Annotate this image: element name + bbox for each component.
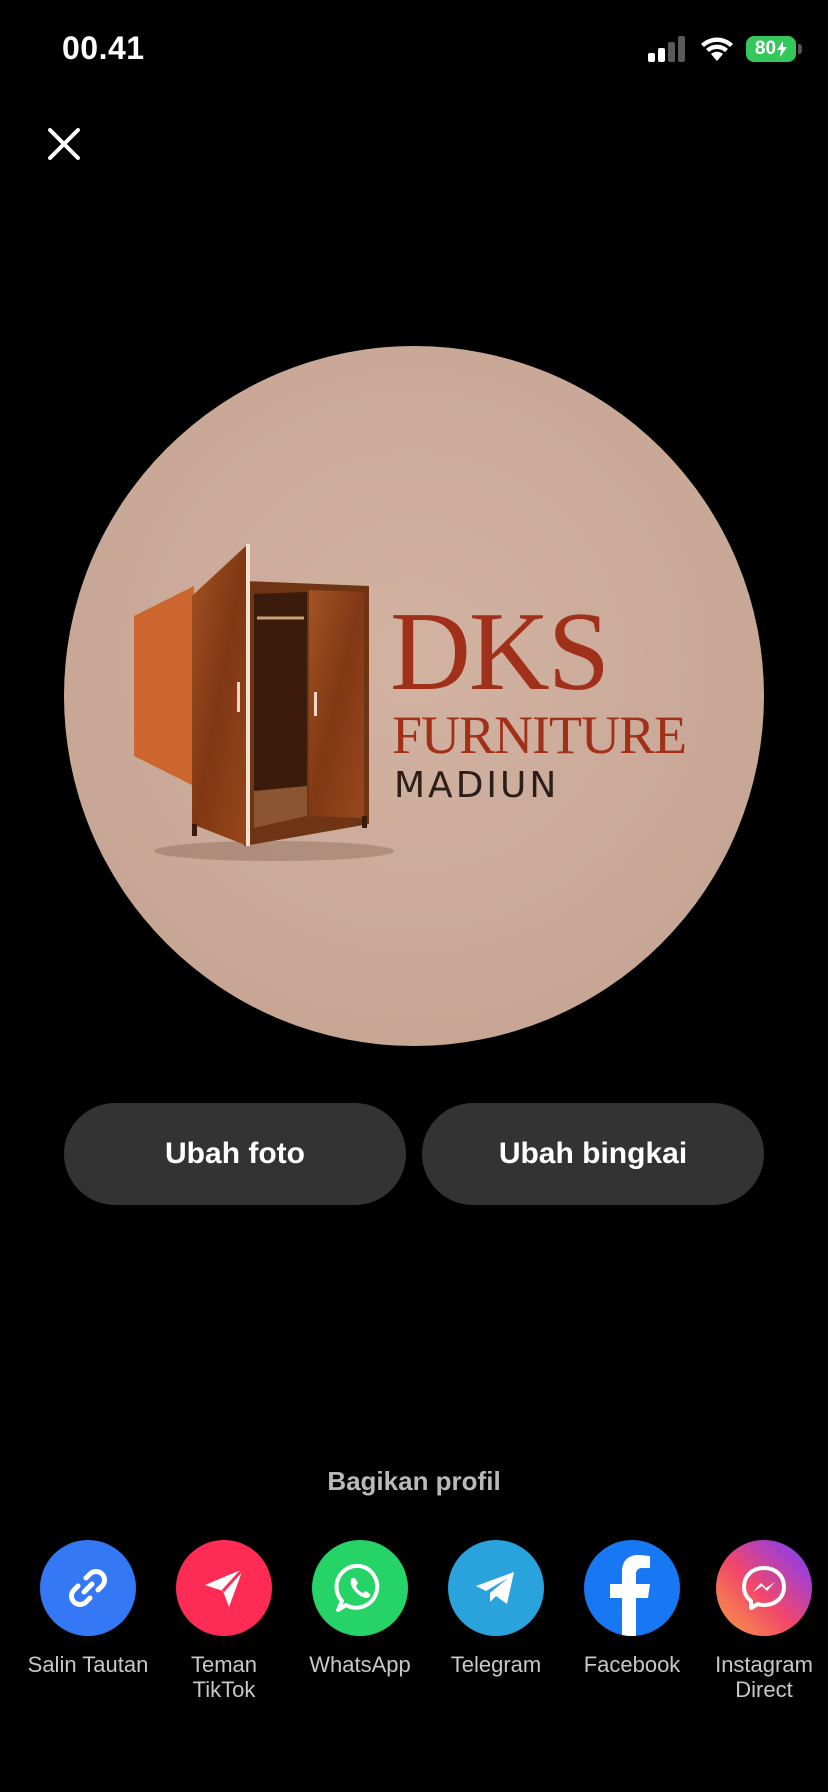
share-label: Telegram — [450, 1652, 542, 1677]
telegram-icon — [476, 1572, 514, 1604]
share-facebook[interactable]: Facebook — [564, 1540, 700, 1677]
share-label: Teman TikTok — [190, 1652, 258, 1702]
share-facebook-circle — [584, 1540, 680, 1636]
logo-city: MADIUN — [394, 765, 560, 806]
logo-brand-name: DKS — [390, 590, 610, 714]
share-label: WhatsApp — [309, 1652, 411, 1677]
battery-indicator: 80 — [746, 36, 802, 62]
share-profile-title: Bagikan profil — [327, 1466, 501, 1496]
logo-subtitle: FURNITURE — [392, 705, 687, 765]
close-icon — [48, 128, 80, 160]
battery-level: 80 — [754, 38, 777, 59]
share-telegram[interactable]: Telegram — [428, 1540, 564, 1677]
status-icons: 80 — [648, 33, 802, 65]
whatsapp-icon — [334, 1563, 380, 1612]
link-icon — [69, 1569, 107, 1607]
share-label: Salin Tautan — [27, 1652, 149, 1677]
status-time: 00.41 — [62, 30, 145, 66]
share-tiktok-circle — [176, 1540, 272, 1636]
share-copy-link[interactable]: Salin Tautan — [20, 1540, 156, 1677]
wifi-icon — [701, 37, 733, 61]
share-label: Instagram Direct — [715, 1652, 813, 1702]
messenger-icon — [742, 1566, 786, 1610]
share-copy-link-circle — [40, 1540, 136, 1636]
share-whatsapp[interactable]: WhatsApp — [292, 1540, 428, 1677]
facebook-icon — [610, 1555, 650, 1636]
close-button[interactable] — [40, 120, 88, 168]
status-bar: 00.41 80 — [0, 0, 828, 100]
share-telegram-circle — [448, 1540, 544, 1636]
profile-photo: DKS FURNITURE MADIUN — [64, 346, 764, 1046]
share-instagram-direct[interactable]: Instagram Direct — [700, 1540, 828, 1702]
share-whatsapp-circle — [312, 1540, 408, 1636]
cellular-signal-icon — [648, 36, 685, 62]
share-instagram-circle — [716, 1540, 812, 1636]
charging-bolt-icon — [777, 41, 788, 57]
share-label: Facebook — [583, 1652, 681, 1677]
send-icon — [205, 1567, 245, 1607]
change-photo-button[interactable]: Ubah foto — [64, 1103, 406, 1205]
battery-cap — [798, 44, 802, 54]
change-frame-button[interactable]: Ubah bingkai — [422, 1103, 764, 1205]
share-tiktok-friends[interactable]: Teman TikTok — [156, 1540, 292, 1702]
